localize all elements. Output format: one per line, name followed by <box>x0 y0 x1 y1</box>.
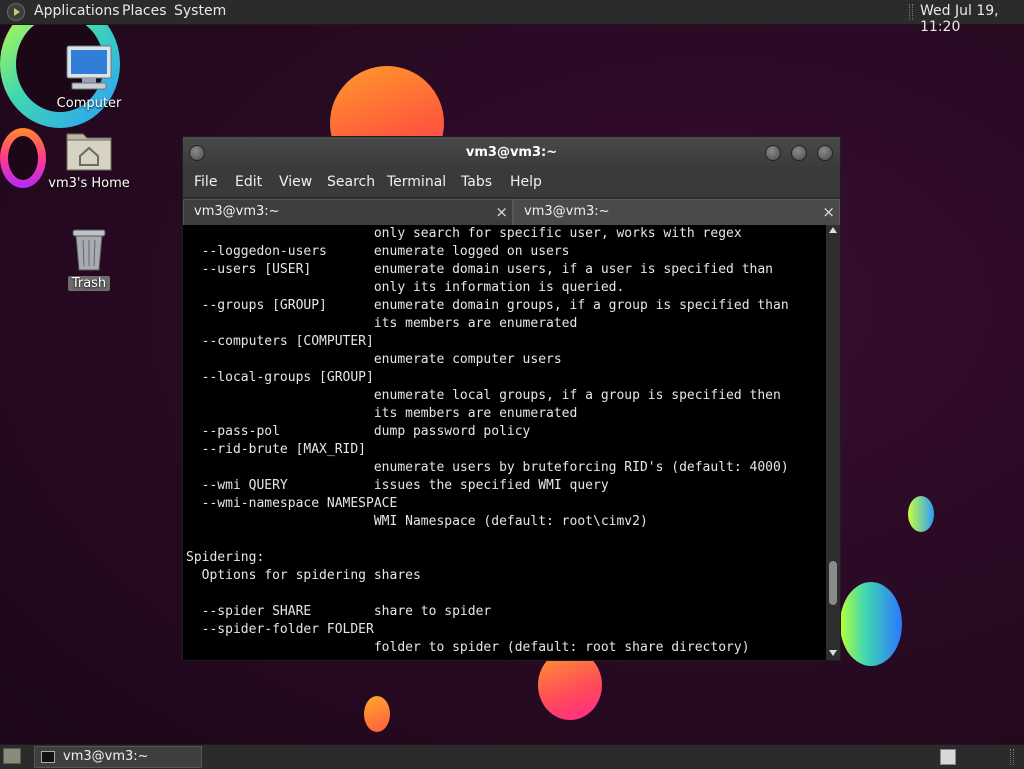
applications-menu[interactable]: Applications <box>34 3 120 19</box>
menu-tabs[interactable]: Tabs <box>461 174 492 190</box>
menu-view[interactable]: View <box>279 174 312 190</box>
show-desktop-icon[interactable] <box>3 748 21 764</box>
workspace-switcher[interactable] <box>940 749 956 765</box>
system-menu[interactable]: System <box>174 3 226 19</box>
tab-terminal-2[interactable]: vm3@vm3:~ × <box>513 199 840 225</box>
wallpaper-small-blob <box>908 496 934 532</box>
desktop-icon-label: vm3's Home <box>48 176 130 191</box>
tab-bar: vm3@vm3:~ × vm3@vm3:~ × <box>183 197 840 225</box>
close-button[interactable] <box>817 145 833 161</box>
panel-separator <box>909 4 913 20</box>
menu-search[interactable]: Search <box>327 174 375 190</box>
desktop-icon-label: Trash <box>67 276 111 291</box>
window-menu-icon[interactable] <box>189 145 205 161</box>
places-menu[interactable]: Places <box>122 3 167 19</box>
wallpaper-small-ring <box>0 128 46 188</box>
menu-logo-icon[interactable] <box>7 3 25 21</box>
scroll-up-icon[interactable] <box>829 227 837 233</box>
window-titlebar[interactable]: vm3@vm3:~ <box>183 137 840 169</box>
tab-label: vm3@vm3:~ <box>524 204 610 219</box>
home-folder-icon <box>66 133 112 171</box>
top-panel: Applications Places System Wed Jul 19, 1… <box>0 0 1024 35</box>
bottom-panel: vm3@vm3:~ <box>0 744 1024 769</box>
tab-label: vm3@vm3:~ <box>194 204 280 219</box>
tab-close-icon[interactable]: × <box>495 200 508 224</box>
taskbar-window-label: vm3@vm3:~ <box>63 749 149 764</box>
menu-help[interactable]: Help <box>510 174 542 190</box>
maximize-button[interactable] <box>791 145 807 161</box>
terminal-icon <box>41 751 55 763</box>
menu-edit[interactable]: Edit <box>235 174 262 190</box>
tab-terminal-1[interactable]: vm3@vm3:~ × <box>183 199 513 225</box>
menu-bar: File Edit View Search Terminal Tabs Help <box>183 169 840 197</box>
menu-file[interactable]: File <box>194 174 217 190</box>
minimize-button[interactable] <box>765 145 781 161</box>
scroll-down-icon[interactable] <box>829 650 837 656</box>
terminal-window: vm3@vm3:~ File Edit View Search Terminal… <box>182 136 841 661</box>
desktop-icon-computer[interactable]: Computer <box>44 44 134 111</box>
terminal-text: only search for specific user, works wit… <box>186 226 789 655</box>
scroll-thumb[interactable] <box>829 561 837 605</box>
desktop-icon-home[interactable]: vm3's Home <box>44 128 134 191</box>
desktop-icon-label: Computer <box>56 96 122 111</box>
wallpaper-cyan-blob <box>840 582 902 666</box>
terminal-output[interactable]: only search for specific user, works wit… <box>183 225 826 660</box>
desktop-icon-trash[interactable]: Trash <box>44 226 134 291</box>
taskbar-window-button[interactable]: vm3@vm3:~ <box>34 746 202 768</box>
tab-close-icon[interactable]: × <box>822 200 835 224</box>
panel-separator <box>1010 749 1014 765</box>
window-title: vm3@vm3:~ <box>465 145 558 160</box>
wallpaper-orange-small-blob <box>364 696 390 732</box>
scrollbar[interactable] <box>826 225 840 660</box>
trash-icon <box>72 229 106 271</box>
clock[interactable]: Wed Jul 19, 11:20 <box>920 3 1024 35</box>
computer-icon <box>66 45 112 90</box>
menu-terminal[interactable]: Terminal <box>387 174 446 190</box>
